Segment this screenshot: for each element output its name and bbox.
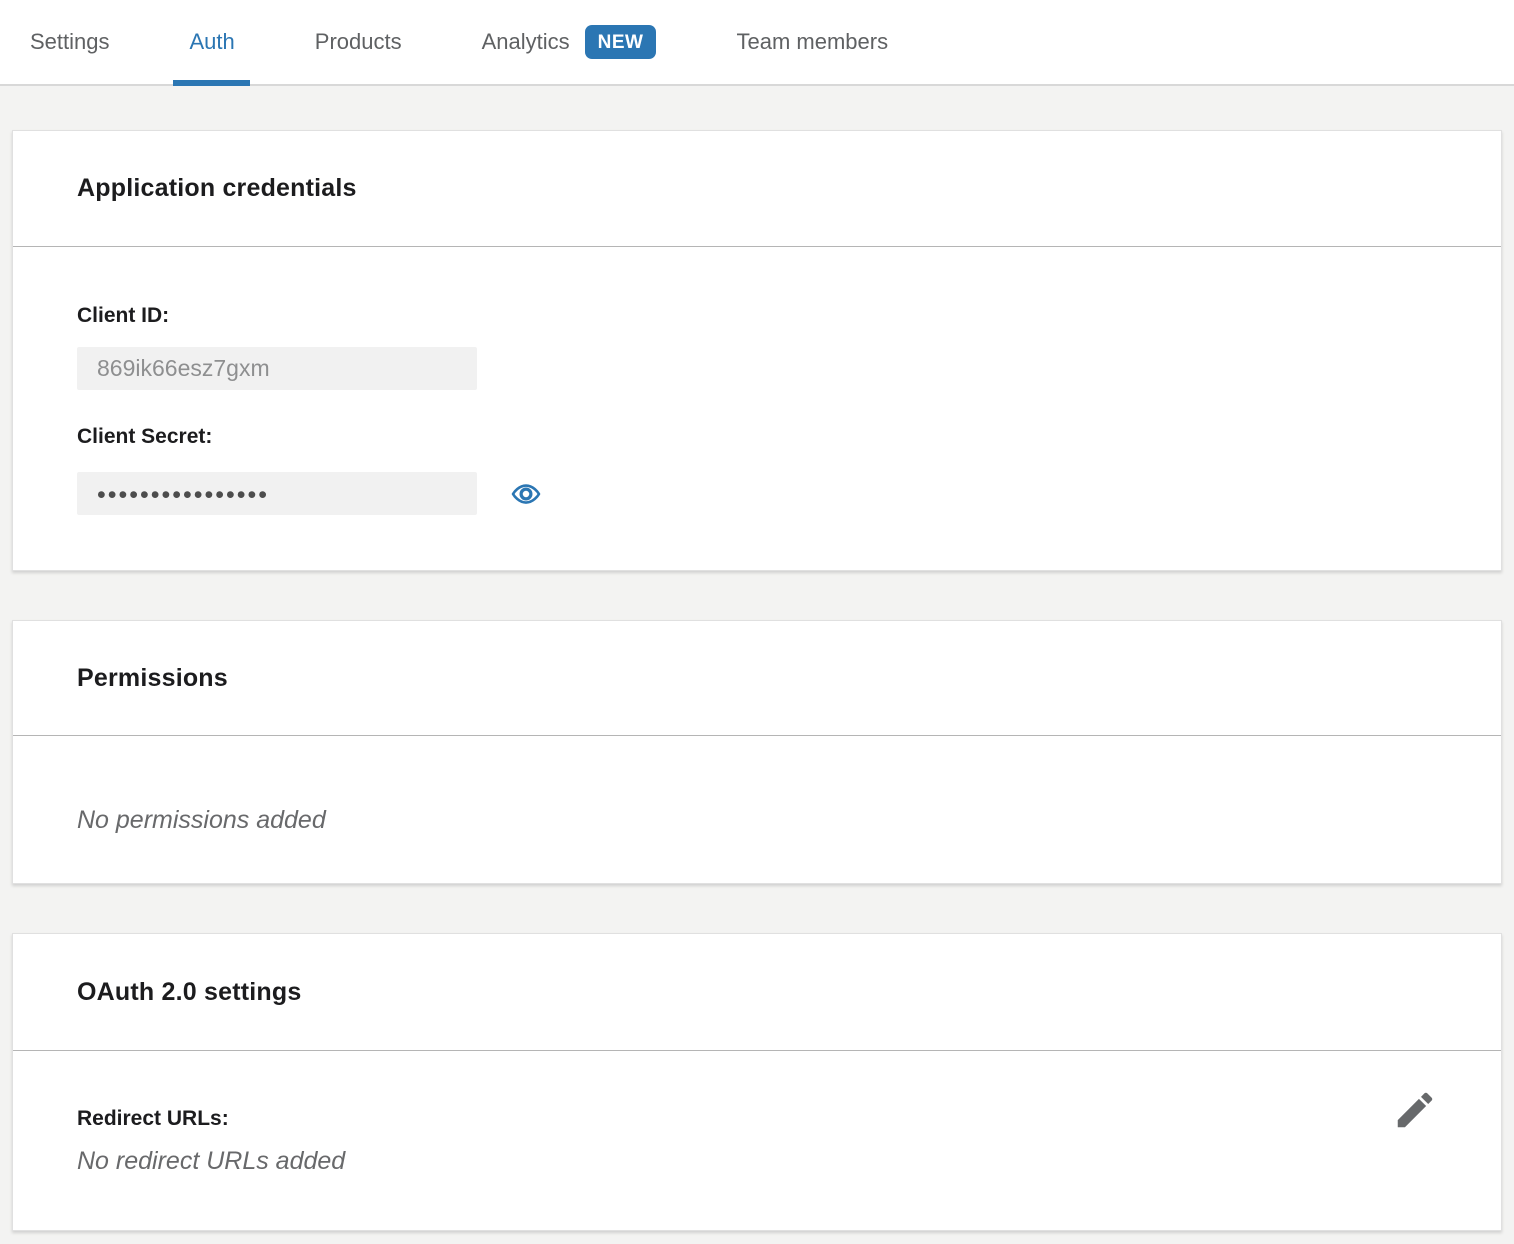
new-badge: NEW xyxy=(585,25,657,59)
application-credentials-title: Application credentials xyxy=(77,174,357,203)
application-credentials-card: Application credentials Client ID: 869ik… xyxy=(12,130,1502,571)
application-credentials-header: Application credentials xyxy=(13,131,1501,247)
tab-analytics[interactable]: Analytics NEW xyxy=(482,0,657,84)
eye-icon xyxy=(510,479,542,509)
client-secret-row: •••••••••••••••• xyxy=(77,472,1437,515)
tab-products-label: Products xyxy=(315,29,402,55)
tab-auth[interactable]: Auth xyxy=(190,0,235,84)
client-secret-field[interactable]: •••••••••••••••• xyxy=(77,472,477,515)
tab-analytics-label: Analytics xyxy=(482,29,570,55)
client-secret-masked-value: •••••••••••••••• xyxy=(97,479,269,508)
auth-tab-content: Application credentials Client ID: 869ik… xyxy=(0,86,1514,1231)
edit-redirect-urls-button[interactable] xyxy=(1391,1084,1439,1136)
redirect-urls-empty-text: No redirect URLs added xyxy=(77,1147,1437,1176)
tab-bar: Settings Auth Products Analytics NEW Tea… xyxy=(0,0,1514,86)
application-credentials-body: Client ID: 869ik66esz7gxm Client Secret:… xyxy=(13,247,1501,570)
oauth-settings-body: Redirect URLs: No redirect URLs added xyxy=(13,1051,1501,1230)
permissions-card: Permissions No permissions added xyxy=(12,620,1502,884)
tab-team-members-label: Team members xyxy=(736,29,888,55)
redirect-urls-label: Redirect URLs: xyxy=(77,1106,1437,1132)
permissions-empty-text: No permissions added xyxy=(77,806,1437,835)
client-id-field[interactable]: 869ik66esz7gxm xyxy=(77,347,477,390)
tab-auth-label: Auth xyxy=(190,29,235,55)
tab-settings-label: Settings xyxy=(30,29,110,55)
oauth-settings-card: OAuth 2.0 settings Redirect URLs: No red… xyxy=(12,933,1502,1231)
tab-settings[interactable]: Settings xyxy=(30,0,110,84)
permissions-body: No permissions added xyxy=(13,736,1501,883)
client-secret-label: Client Secret: xyxy=(77,424,1437,450)
client-id-value: 869ik66esz7gxm xyxy=(97,355,270,382)
permissions-title: Permissions xyxy=(77,664,228,693)
oauth-settings-header: OAuth 2.0 settings xyxy=(13,934,1501,1051)
client-id-label: Client ID: xyxy=(77,303,1437,329)
pencil-icon xyxy=(1392,1086,1438,1134)
tab-team-members[interactable]: Team members xyxy=(736,0,888,84)
tab-products[interactable]: Products xyxy=(315,0,402,84)
permissions-header: Permissions xyxy=(13,621,1501,736)
oauth-settings-title: OAuth 2.0 settings xyxy=(77,978,301,1007)
reveal-secret-button[interactable] xyxy=(510,479,542,509)
